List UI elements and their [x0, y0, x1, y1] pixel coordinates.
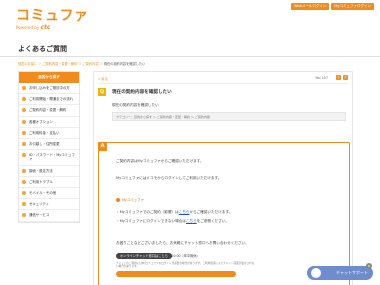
sidebar: 目的から探す お申し込みをご検討中の方 ご利用開始・開通までの流れ ご契約内容・…	[18, 71, 80, 223]
answer-bullet: ・Myコミュファにログインできない場合はこちらをご参照ください。	[116, 219, 229, 224]
mycommufa-link[interactable]: Myコミュファ	[116, 197, 144, 202]
category-icon	[22, 97, 26, 102]
answer-icon: A	[98, 142, 107, 151]
sidebar-item-trouble[interactable]: ご利用トラブル	[19, 177, 79, 189]
mycommufa-login-link[interactable]: Myコミュファログイン	[331, 3, 374, 10]
logo-sub-brand: ctc	[40, 24, 51, 31]
sidebar-item-label: 通信サービス	[29, 213, 50, 218]
sidebar-item-id[interactable]: ID・パスワード・Myコミュファ	[19, 150, 79, 166]
breadcrumb-item[interactable]: 回答のお探し	[18, 62, 37, 66]
sidebar-item-label: モバイル・その他	[29, 191, 57, 196]
sidebar-item-mobile[interactable]: モバイル・その他	[19, 188, 79, 200]
breadcrumb-item[interactable]: ご契約内容・変更・解約	[42, 62, 77, 66]
sidebar-item-label: セキュリティ	[29, 202, 50, 207]
sidebar-item-application[interactable]: お申し込みをご検討中の方	[19, 83, 79, 95]
sidebar-item-moving[interactable]: お引越し・住所変更	[19, 139, 79, 151]
category-icon	[22, 130, 26, 135]
answer-bullet: ・Myコミュファでのご契約（影響）はこちらからご確認いただけます。	[116, 210, 232, 215]
chat-banner[interactable]	[116, 271, 236, 277]
chat-note: チャットのご利用にはMyコミュファのログインが必要な場合があります。ご利用環境に…	[116, 262, 255, 269]
font-size-buttons: 小 大	[336, 75, 348, 80]
sidebar-item-label: お申し込みをご検討中の方	[29, 86, 70, 90]
webmail-login-link[interactable]: Webメールログイン	[291, 3, 330, 10]
font-small-button[interactable]: 小	[336, 75, 341, 80]
category-icon	[22, 168, 26, 173]
chat-hours: 9:00 ～ 20:00（年中無休）	[159, 254, 200, 258]
answer-line: Myコミュファにはドコモからログインしてご利用いただけます。	[116, 176, 222, 180]
header: コミュファ Powered by ctc Webメールログイン Myコミュファロ…	[0, 0, 380, 34]
category-icon	[22, 213, 26, 218]
category-path: カテゴリー：目的から探す ＞ ご契約内容・変更・解約 ＞ ご契約内容	[112, 112, 346, 121]
close-icon[interactable]: ×	[366, 263, 372, 269]
logo-sub: Powered by ctc	[16, 24, 50, 31]
contract-detail-link[interactable]: こちら	[179, 210, 190, 214]
category-icon	[22, 119, 26, 124]
sidebar-item-start[interactable]: ご利用開始・開通までの流れ	[19, 94, 79, 106]
sidebar-item-setup[interactable]: 接続・設定方法	[19, 166, 79, 177]
sidebar-item-services[interactable]: 通信サービス	[19, 210, 79, 222]
chat-label-text: オンラインチャット窓口は	[120, 254, 159, 258]
logo[interactable]: コミュファ	[16, 9, 89, 23]
category-icon	[22, 202, 26, 207]
category-icon	[22, 191, 26, 196]
back-link[interactable]: « 戻る	[98, 76, 108, 81]
login-help-link[interactable]: こちら	[186, 219, 197, 223]
sidebar-item-billing[interactable]: ご利用料金・支払い	[19, 128, 79, 140]
sidebar-item-security[interactable]: セキュリティ	[19, 199, 79, 211]
faq-number: No: 157	[315, 76, 328, 80]
sidebar-item-label: ご利用料金・支払い	[29, 130, 60, 135]
sidebar-item-options[interactable]: 各種オプション	[19, 117, 79, 128]
question-icon: Q	[98, 88, 106, 96]
bullet-text: からご確認いただけます。	[189, 210, 233, 214]
divider	[98, 83, 348, 84]
answer-line: ご契約内容はMyコミュファからご確認いただけます。	[116, 159, 204, 163]
answer-box: A ご契約内容はMyコミュファからご確認いただけます。 Myコミュファにはドコモ…	[98, 142, 350, 285]
category-icon	[22, 86, 26, 90]
category-icon	[22, 142, 26, 147]
category-icon	[22, 153, 26, 158]
page-title: よくあるご質問	[18, 45, 67, 53]
bullet-text: ・Myコミュファでのご契約（影響）は	[116, 210, 179, 214]
sidebar-item-label: 接続・設定方法	[29, 168, 53, 173]
header-links: Webメールログイン Myコミュファログイン	[291, 3, 374, 10]
sidebar-item-contract[interactable]: ご契約内容・変更・解約	[19, 105, 79, 117]
bullet-text: ・Myコミュファにログインできない場合は	[116, 219, 186, 223]
sidebar-item-label: ご利用トラブル	[29, 179, 53, 184]
question-body: 現在の契約内容を確認したい	[112, 103, 159, 107]
sidebar-heading: 目的から探す	[19, 72, 79, 83]
font-large-button[interactable]: 大	[343, 75, 348, 80]
title-bar: よくあるご質問	[0, 37, 380, 57]
breadcrumb: 回答のお探し ＞ ご契約内容・変更・解約 ＞ ご契約内容 ＞ 現在の契約内容を確…	[18, 62, 146, 66]
breadcrumb-current: 現在の契約内容を確認したい	[103, 62, 146, 66]
page-root: コミュファ Powered by ctc Webメールログイン Myコミュファロ…	[0, 0, 380, 285]
logo-sub-prefix: Powered by	[16, 25, 40, 30]
breadcrumb-item[interactable]: ご契約内容	[83, 62, 99, 66]
sidebar-item-label: 各種オプション	[29, 119, 53, 124]
category-icon	[22, 179, 26, 184]
chat-support-button[interactable]: チャットサポート	[307, 266, 373, 280]
chat-mascot-icon	[311, 268, 321, 278]
bullet-text: をご参照ください。	[196, 219, 230, 223]
sidebar-item-label: お引越し・住所変更	[29, 142, 60, 147]
faq-panel: « 戻る No: 157 小 大 Q 現在の契約内容を確認したい 現在の契約内容…	[93, 71, 353, 285]
category-icon	[22, 108, 26, 113]
question-title: 現在の契約内容を確認したい	[112, 90, 172, 95]
chat-support-label: チャットサポート	[336, 270, 368, 275]
sidebar-item-label: ご契約内容・変更・解約	[29, 108, 67, 113]
closing-text: お困りごとなどございましたら、お気軽にチャット窓口へお問い合わせください。	[116, 241, 249, 245]
sidebar-item-label: ID・パスワード・Myコミュファ	[29, 153, 75, 162]
sidebar-item-label: ご利用開始・開通までの流れ	[29, 97, 74, 102]
